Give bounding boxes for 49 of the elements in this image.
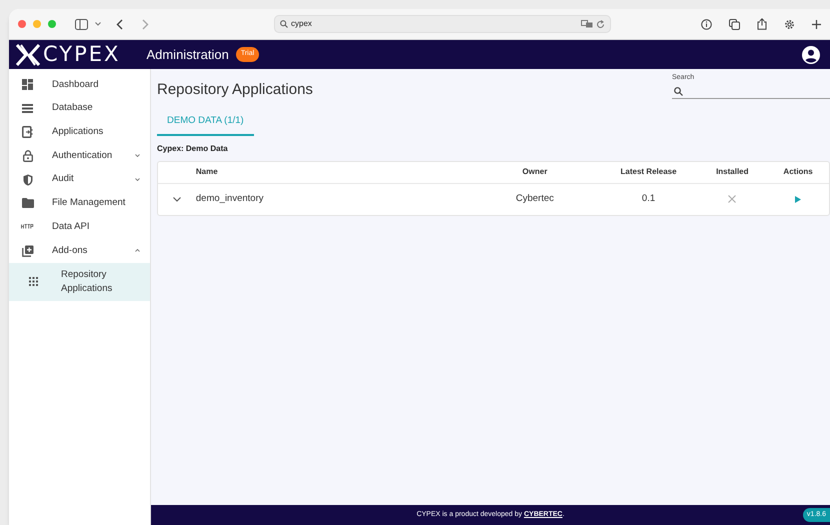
list-icon	[22, 104, 33, 114]
add-box-icon	[22, 244, 34, 257]
shield-icon	[22, 174, 32, 186]
sidebar-item[interactable]: Database	[9, 96, 150, 120]
column-header: Latest Release	[620, 166, 678, 178]
header-title: Administration	[146, 46, 229, 64]
translate-icon[interactable]	[581, 20, 593, 28]
sidebar-toggle-icon[interactable]	[75, 18, 88, 30]
account-icon[interactable]	[802, 46, 820, 64]
table-cell-text: demo_inventory	[196, 192, 264, 206]
sidebar-item[interactable]: Dashboard	[9, 73, 150, 97]
address-bar[interactable]: cypex	[274, 15, 611, 33]
sidebar-item[interactable]: Data API	[9, 215, 150, 239]
expand-icon[interactable]	[172, 196, 181, 202]
sidebar-item[interactable]: Add-ons	[9, 238, 150, 262]
tabs-icon[interactable]	[729, 18, 740, 30]
app-icon	[22, 126, 33, 138]
sidebar-item[interactable]: File Management	[9, 191, 150, 216]
logo-icon	[15, 44, 41, 66]
page-title: Repository Applications	[157, 80, 313, 100]
column-header: Actions	[782, 166, 814, 178]
settings-icon[interactable]	[784, 18, 795, 30]
sidebar-subitem[interactable]: Repository Applications	[9, 262, 150, 300]
table-cell-text: 0.1	[640, 192, 656, 206]
column-header: Name	[196, 166, 219, 178]
close-window-button[interactable]	[18, 20, 26, 28]
grid-icon	[29, 277, 38, 286]
folder-icon	[22, 198, 34, 208]
column-header: Installed	[715, 166, 750, 178]
search-icon	[280, 20, 288, 28]
address-text: cypex	[291, 18, 312, 30]
padlock-icon	[22, 150, 32, 162]
info-icon[interactable]	[701, 18, 712, 30]
http-icon	[21, 224, 34, 230]
search-icon	[674, 86, 683, 96]
chevron-down-icon[interactable]	[95, 22, 101, 26]
reload-icon[interactable]	[596, 20, 605, 28]
column-header: Owner	[521, 166, 548, 178]
logo-text: CYPEX	[43, 44, 120, 65]
table-cell-text: Cybertec	[514, 192, 555, 206]
section-title: Cypex: Demo Data	[157, 142, 229, 155]
share-icon[interactable]	[757, 18, 767, 30]
back-icon[interactable]	[116, 18, 123, 30]
play-icon[interactable]	[795, 196, 802, 203]
dashboard-icon	[22, 79, 33, 90]
new-tab-icon[interactable]	[812, 20, 821, 28]
sidebar-item[interactable]: Authentication	[9, 144, 150, 168]
sidebar-item[interactable]: Audit	[9, 168, 150, 192]
sidebar-item[interactable]: Applications	[9, 120, 150, 144]
